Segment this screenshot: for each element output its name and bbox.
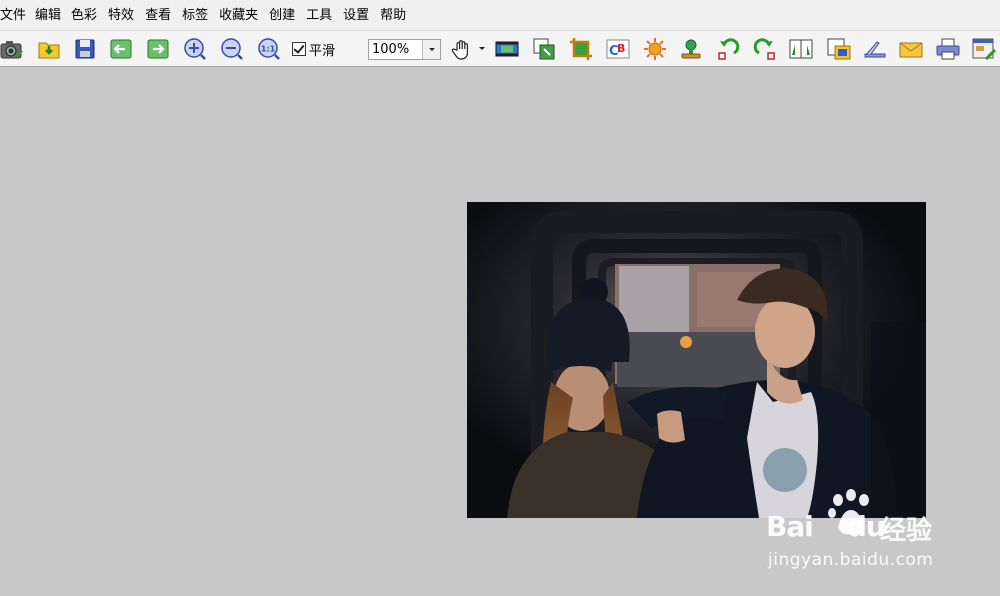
zoom-in-icon[interactable]	[183, 37, 207, 61]
rotate-right-icon[interactable]	[753, 37, 777, 61]
open-folder-icon[interactable]	[37, 37, 61, 61]
menu-file[interactable]: 文件	[0, 0, 35, 30]
menu-favorites[interactable]: 收藏夹	[219, 0, 269, 30]
actual-size-icon[interactable]: 1:1	[257, 37, 281, 61]
smooth-label: 平滑	[309, 43, 336, 59]
color-balance-icon[interactable]: CB	[606, 37, 630, 61]
paw-icon	[828, 489, 869, 535]
toolbar: 1:1 平滑 100% CB	[0, 30, 1000, 67]
frame-icon[interactable]	[827, 37, 851, 61]
slideshow-icon[interactable]	[495, 37, 519, 61]
menu-edit[interactable]: 编辑	[35, 0, 71, 30]
svg-text:B: B	[617, 42, 625, 55]
menu-color[interactable]: 色彩	[71, 0, 108, 30]
hand-tool-icon[interactable]	[450, 37, 474, 61]
crop-icon[interactable]	[569, 37, 593, 61]
brightness-icon[interactable]	[643, 37, 667, 61]
chevron-down-icon[interactable]	[422, 40, 440, 59]
zoom-value[interactable]: 100%	[369, 40, 422, 59]
smooth-toggle[interactable]: 平滑	[292, 40, 336, 59]
zoom-out-icon[interactable]	[220, 37, 244, 61]
menu-settings[interactable]: 设置	[343, 0, 380, 30]
email-icon[interactable]	[899, 37, 923, 61]
menu-create[interactable]: 创建	[269, 0, 306, 30]
hand-dropdown-icon[interactable]	[479, 47, 485, 50]
watermark-url: jingyan.baidu.com	[768, 550, 934, 570]
menu-tools[interactable]: 工具	[306, 0, 343, 30]
scan-icon[interactable]	[863, 37, 887, 61]
camera-icon[interactable]	[0, 37, 24, 61]
baidu-watermark: Bai du 经验 jingyan.baidu.com	[766, 488, 956, 578]
smooth-checkbox[interactable]	[292, 42, 306, 56]
menu-tags[interactable]: 标签	[182, 0, 219, 30]
stamp-icon[interactable]	[679, 37, 703, 61]
couple-photo	[467, 202, 926, 518]
menu-bar: 文件 编辑 色彩 特效 查看 标签 收藏夹 创建 工具 设置 帮助	[0, 0, 1000, 30]
save-icon[interactable]	[73, 37, 97, 61]
menu-effects[interactable]: 特效	[108, 0, 145, 30]
watermark-cn-text: 经验	[880, 516, 933, 546]
print-icon[interactable]	[936, 37, 960, 61]
rotate-left-icon[interactable]	[716, 37, 740, 61]
svg-text:1:1: 1:1	[261, 45, 276, 54]
menu-help[interactable]: 帮助	[380, 0, 411, 30]
previous-icon[interactable]	[109, 37, 133, 61]
flip-icon[interactable]	[789, 37, 813, 61]
edit-icon[interactable]	[972, 37, 996, 61]
next-icon[interactable]	[146, 37, 170, 61]
menu-view[interactable]: 查看	[145, 0, 182, 30]
zoom-select[interactable]: 100%	[368, 39, 441, 60]
resize-icon[interactable]	[532, 37, 556, 61]
